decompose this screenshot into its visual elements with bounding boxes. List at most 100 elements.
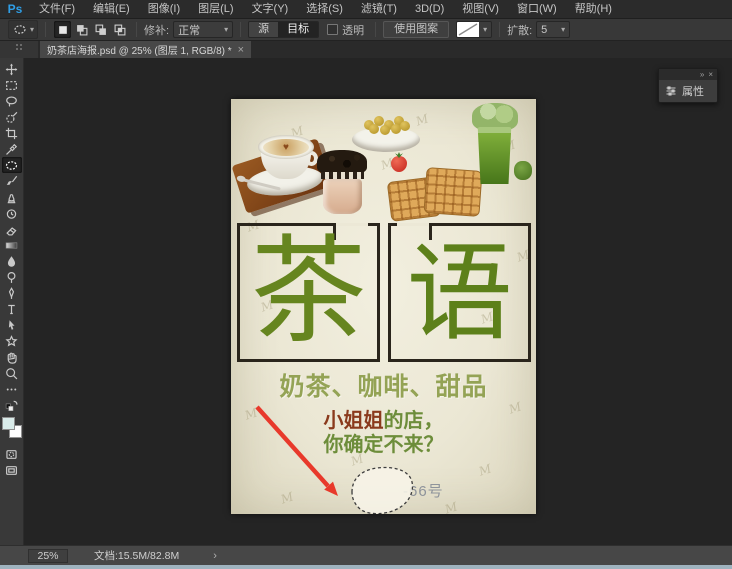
add-selection-icon: [76, 24, 87, 35]
new-selection-button[interactable]: [54, 21, 72, 38]
waffle: [423, 167, 483, 217]
diffusion-dropdown[interactable]: 5 ▾: [536, 21, 571, 38]
poster-canvas[interactable]: M M M M M M M M M M M M M M ♥: [231, 99, 536, 514]
properties-panel-label: 属性: [682, 86, 704, 98]
menu-type[interactable]: 文字(Y): [243, 0, 298, 19]
zoom-tool[interactable]: [2, 365, 22, 381]
separator: [136, 22, 138, 37]
menu-bar: Ps 文件(F) 编辑(E) 图像(I) 图层(L) 文字(Y) 选择(S) 滤…: [0, 0, 732, 19]
tool-preset-picker[interactable]: ▾: [8, 20, 39, 39]
menu-filter[interactable]: 滤镜(T): [352, 0, 406, 19]
chevron-down-icon[interactable]: ▾: [479, 22, 492, 37]
document-tab-bar: 奶茶店海报.psd @ 25% (图层 1, RGB/8) * ×: [0, 41, 732, 58]
tool-options-bar: ▾ 修补: 正常 ▾ 源 目标 透明 使用图案 ▾ 扩散: 5 ▾: [0, 19, 732, 41]
subtract-from-selection-button[interactable]: [92, 21, 109, 38]
photoshop-window: Ps 文件(F) 编辑(E) 图像(I) 图层(L) 文字(Y) 选择(S) 滤…: [0, 0, 732, 569]
address-fragment: -66号: [403, 483, 444, 500]
source-button[interactable]: 源: [249, 22, 279, 37]
intersect-selection-button[interactable]: [111, 21, 128, 38]
collapse-panel-icon[interactable]: »: [700, 70, 704, 79]
matcha-garnish: [514, 161, 532, 180]
toolbar-dock-grip[interactable]: [0, 41, 38, 58]
close-icon[interactable]: ×: [238, 44, 244, 55]
matcha-drink-glass: [477, 127, 512, 184]
properties-panel-tab[interactable]: 属性: [659, 80, 717, 102]
menu-layer[interactable]: 图层(L): [189, 0, 242, 19]
dodge-tool[interactable]: [2, 269, 22, 285]
hand-tool[interactable]: [2, 349, 22, 365]
chevron-down-icon: ▾: [561, 25, 566, 34]
chevron-down-icon: ▾: [224, 25, 229, 34]
watermark-mark: M: [279, 489, 296, 507]
patch-tool[interactable]: [1, 157, 22, 173]
poster-title-char-left: 茶: [250, 224, 367, 359]
strawberry: [391, 156, 407, 172]
patch-mode-dropdown[interactable]: 正常 ▾: [173, 21, 234, 38]
menu-window[interactable]: 窗口(W): [508, 0, 566, 19]
properties-icon: [666, 86, 676, 96]
use-pattern-button[interactable]: 使用图案: [383, 21, 450, 38]
menu-help[interactable]: 帮助(H): [566, 0, 621, 19]
add-to-selection-button[interactable]: [73, 21, 90, 38]
history-brush-tool[interactable]: [2, 205, 22, 221]
menu-image[interactable]: 图像(I): [139, 0, 189, 19]
menu-select[interactable]: 选择(S): [297, 0, 352, 19]
clone-stamp-tool[interactable]: [2, 189, 22, 205]
rectangular-marquee-tool[interactable]: [2, 77, 22, 93]
path-selection-tool[interactable]: [2, 317, 22, 333]
red-arrow-head: [324, 481, 338, 496]
menu-3d[interactable]: 3D(D): [406, 0, 453, 19]
transparent-checkbox[interactable]: [327, 24, 339, 35]
watermark-mark: M: [443, 499, 460, 514]
custom-shape-tool[interactable]: [2, 333, 22, 349]
default-swap-colors-control[interactable]: [2, 397, 22, 413]
menu-view[interactable]: 视图(V): [453, 0, 508, 19]
menu-file[interactable]: 文件(F): [30, 0, 84, 19]
pen-tool[interactable]: [2, 285, 22, 301]
document-tab-title: 奶茶店海报.psd @ 25% (图层 1, RGB/8) *: [47, 46, 232, 57]
crop-tool[interactable]: [2, 125, 22, 141]
edit-toolbar-button[interactable]: [2, 381, 22, 397]
diffusion-label: 扩散:: [507, 24, 533, 37]
quick-selection-tool[interactable]: [2, 109, 22, 125]
gradient-tool[interactable]: [2, 237, 22, 253]
dessert-balls: [362, 112, 410, 135]
properties-panel-header: » ×: [659, 69, 717, 80]
patch-mode-value: 正常: [178, 24, 201, 37]
blur-tool[interactable]: [2, 253, 22, 269]
ps-logo: Ps: [7, 2, 23, 16]
pattern-swatch: [457, 22, 480, 37]
foreground-color-swatch[interactable]: [1, 417, 15, 430]
poster-title-char-right: 语: [406, 232, 513, 355]
lasso-tool[interactable]: [2, 93, 22, 109]
document-size-info: 文档:15.5M/82.8M: [94, 550, 180, 562]
diffusion-value: 5: [541, 23, 548, 36]
title-frame-left: 茶: [237, 223, 380, 362]
eraser-tool[interactable]: [2, 221, 22, 237]
target-button[interactable]: 目标: [278, 22, 319, 37]
pattern-picker[interactable]: ▾: [456, 21, 493, 38]
quick-mask-button[interactable]: [2, 446, 22, 462]
close-icon[interactable]: ×: [708, 70, 713, 79]
separator: [375, 22, 377, 37]
move-tool[interactable]: [2, 61, 22, 77]
separator: [499, 22, 501, 37]
transparent-label: 透明: [342, 24, 365, 37]
document-tab[interactable]: 奶茶店海报.psd @ 25% (图层 1, RGB/8) * ×: [40, 41, 252, 58]
type-tool[interactable]: [2, 301, 22, 317]
brush-tool[interactable]: [2, 173, 22, 189]
status-flyout-icon[interactable]: ›: [213, 550, 217, 562]
zoom-level-field[interactable]: 25%: [28, 548, 68, 563]
separator: [45, 22, 47, 37]
matcha-cream-top: [472, 103, 518, 131]
properties-panel: » × 属性: [658, 68, 718, 103]
chevron-down-icon: ▾: [30, 25, 35, 34]
subtract-selection-icon: [95, 24, 106, 35]
patch-tool-icon: [14, 25, 26, 34]
empty-pattern-icon: [458, 23, 478, 36]
separator: [240, 22, 242, 37]
screen-mode-button[interactable]: [2, 462, 22, 478]
eyedropper-tool[interactable]: [2, 141, 22, 157]
watermark-mark: M: [414, 111, 431, 129]
menu-edit[interactable]: 编辑(E): [84, 0, 139, 19]
